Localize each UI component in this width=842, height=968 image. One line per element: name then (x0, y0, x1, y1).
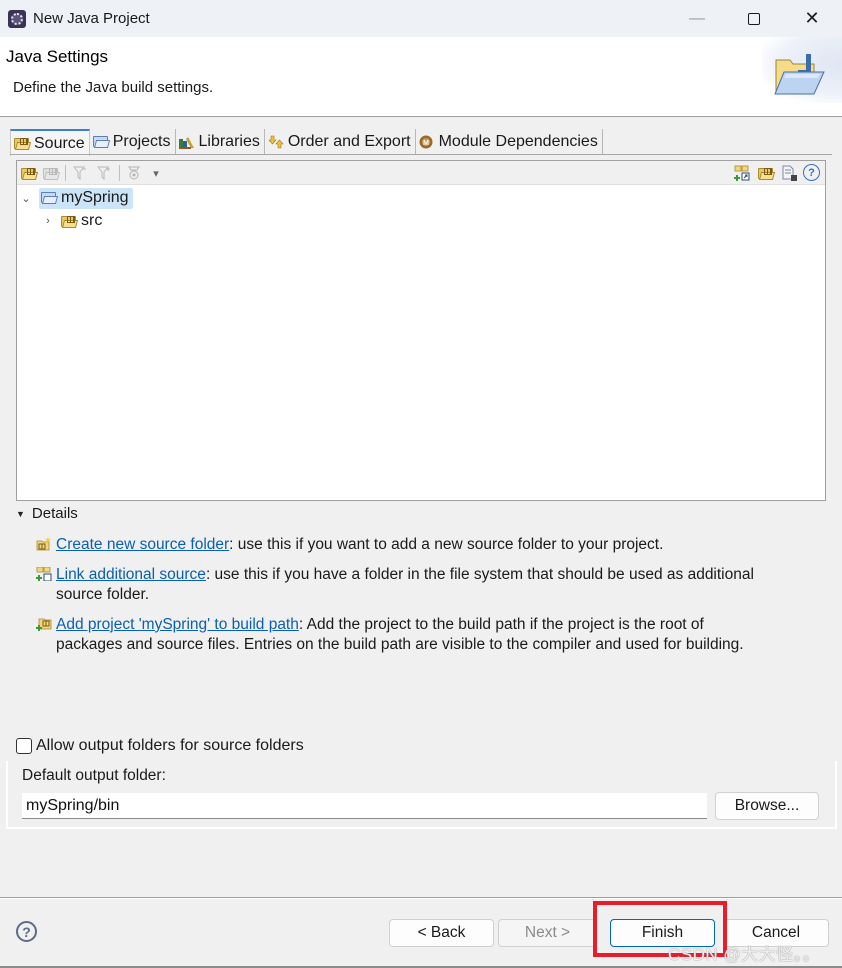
tree-item-selection: mySpring (39, 187, 133, 209)
back-button[interactable]: < Back (389, 919, 494, 947)
detail-add-project-to-build-path: Add project 'mySpring' to build path: Ad… (36, 615, 816, 655)
include-filter-icon (73, 166, 86, 180)
detail-text: : use this if you have a folder in the f… (205, 566, 754, 583)
watermark: CSDN @大大怪。。 (668, 945, 821, 964)
link-source-button[interactable] (733, 164, 751, 182)
new-source-folder-icon (758, 167, 776, 180)
tree-item-label: mySpring (61, 188, 129, 206)
allow-output-folders-option[interactable]: Allow output folders for source folders (16, 737, 304, 755)
chevron-right-icon[interactable]: › (41, 215, 55, 227)
footer-divider-highlight (0, 898, 842, 899)
add-source-folder-icon (21, 167, 39, 180)
detail-link-additional-source: Link additional source: use this if you … (36, 565, 816, 605)
add-source-folder-button[interactable] (20, 164, 39, 182)
new-source-folder-icon (36, 537, 52, 551)
detail-text-continuation: packages and source files. Entries on th… (56, 636, 744, 653)
detail-create-source-folder: Create new source folder: use this if yo… (36, 535, 816, 555)
tab-label: Module Dependencies (438, 133, 598, 150)
minimize-button[interactable]: — (668, 0, 726, 37)
detail-text: : Add the project to the build path if t… (298, 616, 704, 633)
tab-bar: Source Projects Libraries Order and Expo… (10, 129, 603, 156)
default-output-folder-input[interactable] (22, 793, 707, 819)
output-folder-icon (128, 166, 140, 180)
tree-item-mySpring[interactable]: ⌄ mySpring (19, 187, 133, 209)
page-description: Define the Java build settings. (13, 79, 214, 96)
tab-libraries[interactable]: Libraries (175, 129, 265, 155)
tree-item-content: src (61, 212, 102, 230)
tab-label: Order and Export (287, 133, 411, 150)
remove-button[interactable] (780, 164, 798, 182)
window-title: New Java Project (33, 10, 150, 27)
link-source-icon (36, 566, 52, 582)
next-button[interactable]: Next > (498, 919, 597, 947)
libraries-icon (178, 135, 195, 149)
browse-button[interactable]: Browse... (715, 792, 819, 820)
page-title: Java Settings (6, 47, 109, 66)
link-source-icon (734, 165, 750, 181)
remove-source-folder-button[interactable] (42, 164, 61, 182)
tree-item-src[interactable]: › src (41, 210, 102, 232)
module-icon: M (419, 135, 435, 149)
maximize-icon (748, 12, 760, 25)
tab-projects[interactable]: Projects (89, 129, 176, 155)
exclusion-filter-icon (97, 166, 110, 180)
order-export-icon (268, 135, 284, 149)
maximize-button[interactable] (725, 0, 783, 37)
include-filter-button[interactable] (71, 164, 89, 182)
tree-item-label: src (81, 212, 103, 229)
new-source-folder-button[interactable] (757, 164, 776, 182)
new-project-folder-icon (774, 54, 825, 95)
remove-source-folder-icon (43, 167, 61, 180)
wizard-header: Java Settings Define the Java build sett… (0, 37, 842, 117)
details-title: Details (31, 505, 78, 522)
add-project-to-build-path-link[interactable]: Add project 'mySpring' to build path (56, 616, 299, 633)
exclusion-filter-button[interactable] (95, 164, 113, 182)
create-new-source-folder-link[interactable]: Create new source folder (56, 536, 229, 553)
output-folder-button[interactable] (125, 164, 143, 182)
details-toggle[interactable]: ▼ Details (16, 505, 78, 522)
detail-text-continuation: source folder. (56, 586, 150, 603)
title-bar: New Java Project — ✕ (0, 0, 842, 37)
checkbox-label: Allow output folders for source folders (36, 737, 304, 754)
link-additional-source-link[interactable]: Link additional source (56, 566, 206, 583)
eclipse-app-icon (8, 9, 26, 28)
help-button[interactable]: ? (803, 164, 820, 181)
close-button[interactable]: ✕ (783, 0, 841, 37)
detail-text: : use this if you want to add a new sour… (229, 536, 664, 553)
view-menu-dropdown[interactable]: ▾ (147, 164, 165, 182)
toolbar-separator (119, 165, 120, 181)
source-toolbar: ▾ ? (17, 161, 825, 185)
tab-label: Source (34, 134, 85, 152)
remove-icon (782, 165, 797, 181)
svg-text:M: M (423, 140, 429, 147)
allow-output-folders-checkbox[interactable] (16, 738, 32, 754)
tab-source[interactable]: Source (10, 129, 90, 156)
projects-icon (92, 135, 110, 149)
tab-module-dependencies[interactable]: M Module Dependencies (415, 129, 603, 155)
java-project-icon (41, 191, 59, 204)
tab-label: Projects (112, 133, 171, 150)
toolbar-separator (65, 165, 66, 181)
tab-label: Libraries (198, 133, 260, 150)
source-folder-icon (61, 215, 79, 228)
source-folders-panel: ▾ ? ⌄ mySpring › src (16, 160, 826, 501)
default-output-folder-label: Default output folder: (22, 767, 166, 784)
tab-order-and-export[interactable]: Order and Export (264, 129, 416, 155)
header-banner (762, 37, 842, 103)
tab-divider (10, 154, 832, 155)
collapse-triangle-icon: ▼ (16, 508, 25, 519)
chevron-down-icon[interactable]: ⌄ (19, 192, 33, 205)
help-icon[interactable]: ? (16, 921, 37, 942)
add-project-build-path-icon (36, 617, 52, 631)
source-folder-icon (14, 137, 32, 151)
